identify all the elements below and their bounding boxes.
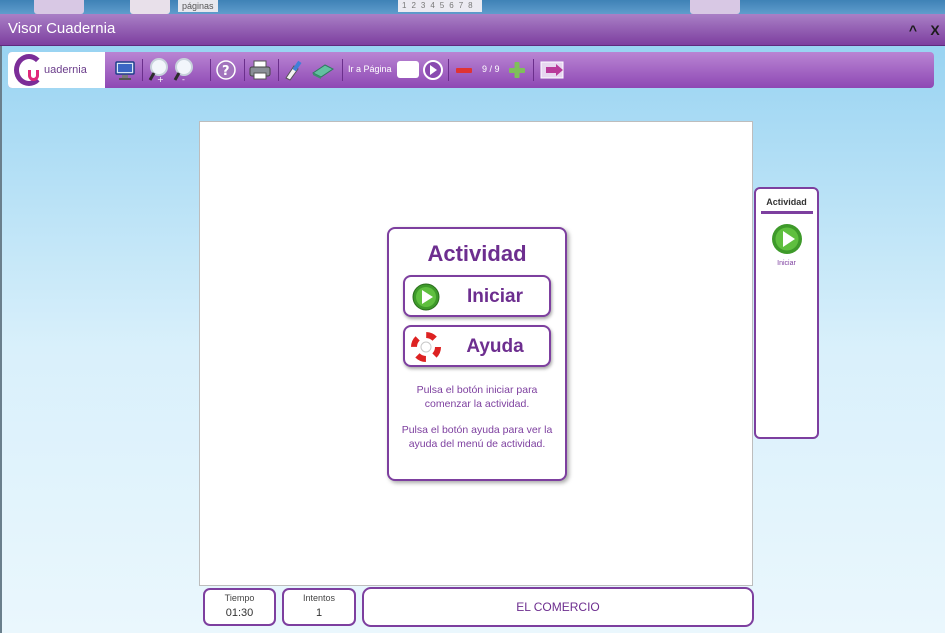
attempts-label: Intentos [302, 593, 336, 603]
side-panel-underline [761, 211, 813, 214]
toolbar-separator [244, 59, 245, 81]
toolbar-separator [278, 59, 279, 81]
svg-text:?: ? [222, 64, 230, 79]
page-counter: 9 / 9 [482, 64, 500, 74]
minimize-button[interactable]: ^ [904, 20, 922, 40]
attempts-box: Intentos 1 [282, 588, 356, 626]
activity-side-panel: Actividad Iniciar [754, 187, 819, 439]
background-app-strip: páginas 12345678 [0, 0, 945, 14]
window-edge [0, 0, 2, 633]
section-title-box: EL COMERCIO [362, 587, 754, 627]
help-instructions: Pulsa el botón ayuda para ver la ayuda d… [401, 424, 553, 450]
logo-u-mark [28, 70, 39, 81]
start-button-label: Iniciar [467, 286, 523, 307]
goto-page-input[interactable] [397, 61, 419, 78]
start-button[interactable]: Iniciar [403, 275, 551, 317]
toolbar: uadernia + - ? Ir a Página 9 / 9 [8, 52, 934, 88]
toolbar-separator [533, 59, 534, 81]
exit-icon[interactable] [538, 57, 568, 83]
background-tab [690, 0, 740, 14]
time-box: Tiempo 01:30 [203, 588, 276, 626]
logo-text: uadernia [44, 64, 87, 76]
background-tab-text: páginas [178, 0, 218, 12]
start-instructions: Pulsa el botón iniciar para comenzar la … [416, 384, 538, 410]
time-label: Tiempo [224, 593, 255, 603]
title-bar: Visor Cuadernia ^ X [0, 14, 945, 46]
time-value: 01:30 [225, 607, 254, 619]
side-start-label: Iniciar [777, 260, 796, 267]
minus-icon[interactable] [451, 57, 477, 83]
cuadernia-logo: uadernia [8, 52, 105, 88]
print-icon[interactable] [247, 57, 273, 83]
side-panel-title: Actividad [766, 197, 807, 207]
help-button-label: Ayuda [466, 336, 524, 357]
svg-text:-: - [182, 75, 185, 83]
toolbar-separator [342, 59, 343, 81]
close-button[interactable]: X [926, 20, 944, 40]
background-tab [130, 0, 170, 14]
activity-menu: Actividad Iniciar Ayuda Pulsa el botón i… [387, 227, 567, 481]
toolbar-separator [210, 59, 211, 81]
clean-icon[interactable] [281, 57, 307, 83]
section-title: EL COMERCIO [516, 600, 600, 614]
help-button[interactable]: Ayuda [403, 325, 551, 367]
plus-icon[interactable] [504, 57, 530, 83]
page-canvas: Actividad Iniciar Ayuda Pulsa el botón i… [199, 121, 753, 586]
toolbar-separator [448, 59, 449, 81]
attempts-value: 1 [315, 607, 323, 619]
lifebuoy-icon [411, 332, 441, 362]
activity-title: Actividad [427, 241, 527, 266]
zoom-in-icon[interactable]: + [146, 57, 172, 83]
window-title: Visor Cuadernia [8, 20, 116, 37]
go-icon[interactable] [420, 57, 446, 83]
eraser-icon[interactable] [310, 57, 336, 83]
background-tab [34, 0, 84, 14]
play-icon [412, 283, 440, 311]
zoom-out-icon[interactable]: - [171, 57, 197, 83]
svg-text:+: + [157, 75, 164, 83]
goto-page-label: Ir a Página [348, 64, 392, 74]
background-page-strip: 12345678 [398, 0, 482, 12]
toolbar-separator [142, 59, 143, 81]
monitor-icon[interactable] [112, 57, 138, 83]
help-icon[interactable]: ? [213, 57, 239, 83]
side-play-icon[interactable] [770, 222, 804, 256]
